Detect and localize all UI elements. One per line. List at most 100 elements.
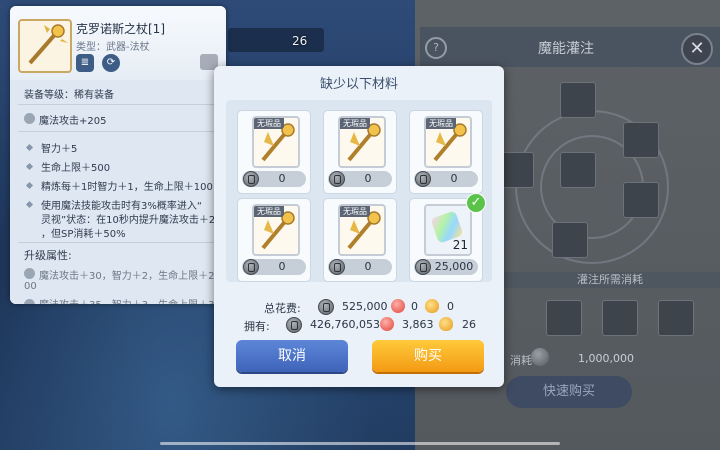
top-resource-bar — [228, 28, 324, 52]
infuse-slot-center[interactable] — [560, 152, 596, 188]
question-icon[interactable]: ? — [425, 37, 447, 59]
upgrade-title: 升级属性: — [24, 249, 72, 262]
material-card[interactable]: 无瑕品 0 — [323, 198, 397, 282]
upgrade-line: 魔法攻击＋30，智力＋2，生命上限＋2 — [39, 271, 215, 282]
upgrade-rank-icon — [24, 268, 35, 279]
staff-icon — [18, 19, 72, 73]
material-count: 0 — [242, 259, 306, 275]
staff-icon: 无瑕品 — [424, 116, 472, 168]
equip-level: 装备等级：稀有装备 — [24, 90, 114, 101]
material-count-value: 0 — [364, 172, 372, 185]
item-tooltip: 克罗诺斯之杖[1] 类型：武器-法杖 ≣ ⟳ 装备等级：稀有装备 魔法攻击+20… — [10, 6, 226, 304]
main-stat: 魔法攻击+205 — [39, 116, 107, 127]
quality-badge: 无瑕品 — [426, 118, 456, 129]
total-pouch: 0 — [447, 300, 454, 313]
zeny-coin-icon — [415, 171, 431, 187]
owned-pouch: 26 — [462, 318, 476, 331]
quality-badge: 无瑕品 — [254, 206, 284, 217]
infuse-slot[interactable] — [560, 82, 596, 118]
magic-attack-icon — [24, 113, 35, 124]
item-name: 克罗诺斯之杖[1] — [76, 22, 165, 36]
owned-label: 拥有: — [244, 320, 270, 333]
stat-line: 精炼每＋1时智力＋1，生命上限＋100 — [41, 182, 213, 193]
materials-grid: 无瑕品 0 无瑕品 0 无瑕品 0 无瑕品 0 无瑕品 0 21 ✓ 25,00… — [226, 100, 492, 282]
divider — [18, 104, 218, 105]
material-count: 25,000 — [414, 259, 478, 275]
crystal-quantity: 21 — [452, 238, 468, 252]
material-count: 0 — [242, 171, 306, 187]
staff-icon: 无瑕品 — [252, 116, 300, 168]
refine-icon[interactable]: ⟳ — [102, 54, 120, 72]
consume-item-slot[interactable] — [546, 300, 582, 336]
item-type: 类型：武器-法杖 — [76, 42, 150, 53]
zeny-coin-icon — [243, 171, 259, 187]
checkmark-icon: ✓ — [466, 193, 486, 213]
pouch-icon — [439, 317, 453, 331]
close-icon[interactable]: ✕ — [681, 33, 713, 65]
owned-zeny: 426,760,053 — [310, 318, 380, 331]
quality-badge: 无瑕品 — [340, 118, 370, 129]
divider — [18, 131, 218, 132]
cancel-button[interactable]: 取消 — [236, 340, 348, 372]
owned-row: 拥有: 426,760,053 3,863 26 — [214, 316, 504, 334]
consume-label: 消耗 — [510, 354, 532, 367]
material-count-value: 25,000 — [434, 260, 474, 273]
skill-line: 灵视”状态：在10秒内提升魔法攻击＋25% — [41, 215, 226, 226]
infuse-title: 魔能灌注 — [538, 41, 594, 57]
material-count-value: 0 — [278, 260, 286, 273]
infuse-slot[interactable] — [552, 222, 588, 258]
top-resource-count: 26 — [292, 34, 308, 48]
staff-icon: 无瑕品 — [338, 116, 386, 168]
ruby-icon — [391, 299, 405, 313]
divider — [18, 242, 218, 243]
consume-item-slot[interactable] — [602, 300, 638, 336]
material-count-value: 0 — [450, 172, 458, 185]
material-count-value: 0 — [278, 172, 286, 185]
upgrade-line: 魔法攻击＋35，智力＋3，生命上限＋3 — [39, 296, 214, 304]
quality-badge: 无瑕品 — [340, 206, 370, 217]
stat-line: 生命上限＋500 — [41, 163, 111, 174]
total-cost-label: 总花费: — [264, 302, 301, 315]
skill-line: 使用魔法技能攻击时有3%概率进入“ — [41, 201, 203, 212]
material-count: 0 — [328, 171, 392, 187]
zeny-coin-icon — [531, 348, 549, 366]
material-count-value: 0 — [364, 260, 372, 273]
material-count: 0 — [328, 259, 392, 275]
total-ruby: 0 — [411, 300, 418, 313]
upgrade-line: 00 — [24, 281, 37, 292]
pouch-icon — [425, 299, 439, 313]
zeny-coin-icon — [318, 299, 334, 315]
consume-item-slot[interactable] — [658, 300, 694, 336]
buy-button[interactable]: 购买 — [372, 340, 484, 372]
home-indicator — [160, 442, 560, 445]
dialog-title: 缺少以下材料 — [319, 77, 398, 92]
crystal-icon: 21 — [424, 204, 472, 256]
total-zeny: 525,000 — [342, 300, 388, 313]
material-card[interactable]: 无瑕品 0 — [237, 110, 311, 194]
quick-buy-button[interactable]: 快速购买 — [506, 376, 632, 408]
total-cost-row: 总花费: 525,000 0 0 — [214, 298, 504, 316]
inspect-icon[interactable]: ≣ — [76, 54, 94, 72]
quality-badge: 无瑕品 — [254, 118, 284, 129]
zeny-coin-icon — [415, 259, 431, 275]
material-card[interactable]: 21 ✓ 25,000 — [409, 193, 486, 282]
zeny-coin-icon — [329, 259, 345, 275]
zeny-coin-icon — [329, 171, 345, 187]
staff-icon: 无瑕品 — [338, 204, 386, 256]
consume-amount: 1,000,000 — [578, 352, 634, 365]
material-count: 0 — [414, 171, 478, 187]
material-card[interactable]: 无瑕品 0 — [237, 198, 311, 282]
zeny-coin-icon — [243, 259, 259, 275]
upgrade-rank-icon — [24, 299, 35, 304]
skill-line: ，但SP消耗＋50% — [41, 229, 126, 240]
infuse-slot[interactable] — [623, 122, 659, 158]
owned-ruby: 3,863 — [402, 318, 434, 331]
zeny-coin-icon — [286, 317, 302, 333]
consume-header: 灌注所需消耗 — [500, 272, 720, 288]
stat-line: 智力＋5 — [41, 144, 78, 155]
staff-icon: 无瑕品 — [252, 204, 300, 256]
material-card[interactable]: 无瑕品 0 — [409, 110, 483, 194]
missing-materials-dialog: 缺少以下材料 无瑕品 0 无瑕品 0 无瑕品 0 无瑕品 0 无瑕品 0 21 … — [214, 66, 504, 387]
infuse-slot[interactable] — [623, 182, 659, 218]
material-card[interactable]: 无瑕品 0 — [323, 110, 397, 194]
